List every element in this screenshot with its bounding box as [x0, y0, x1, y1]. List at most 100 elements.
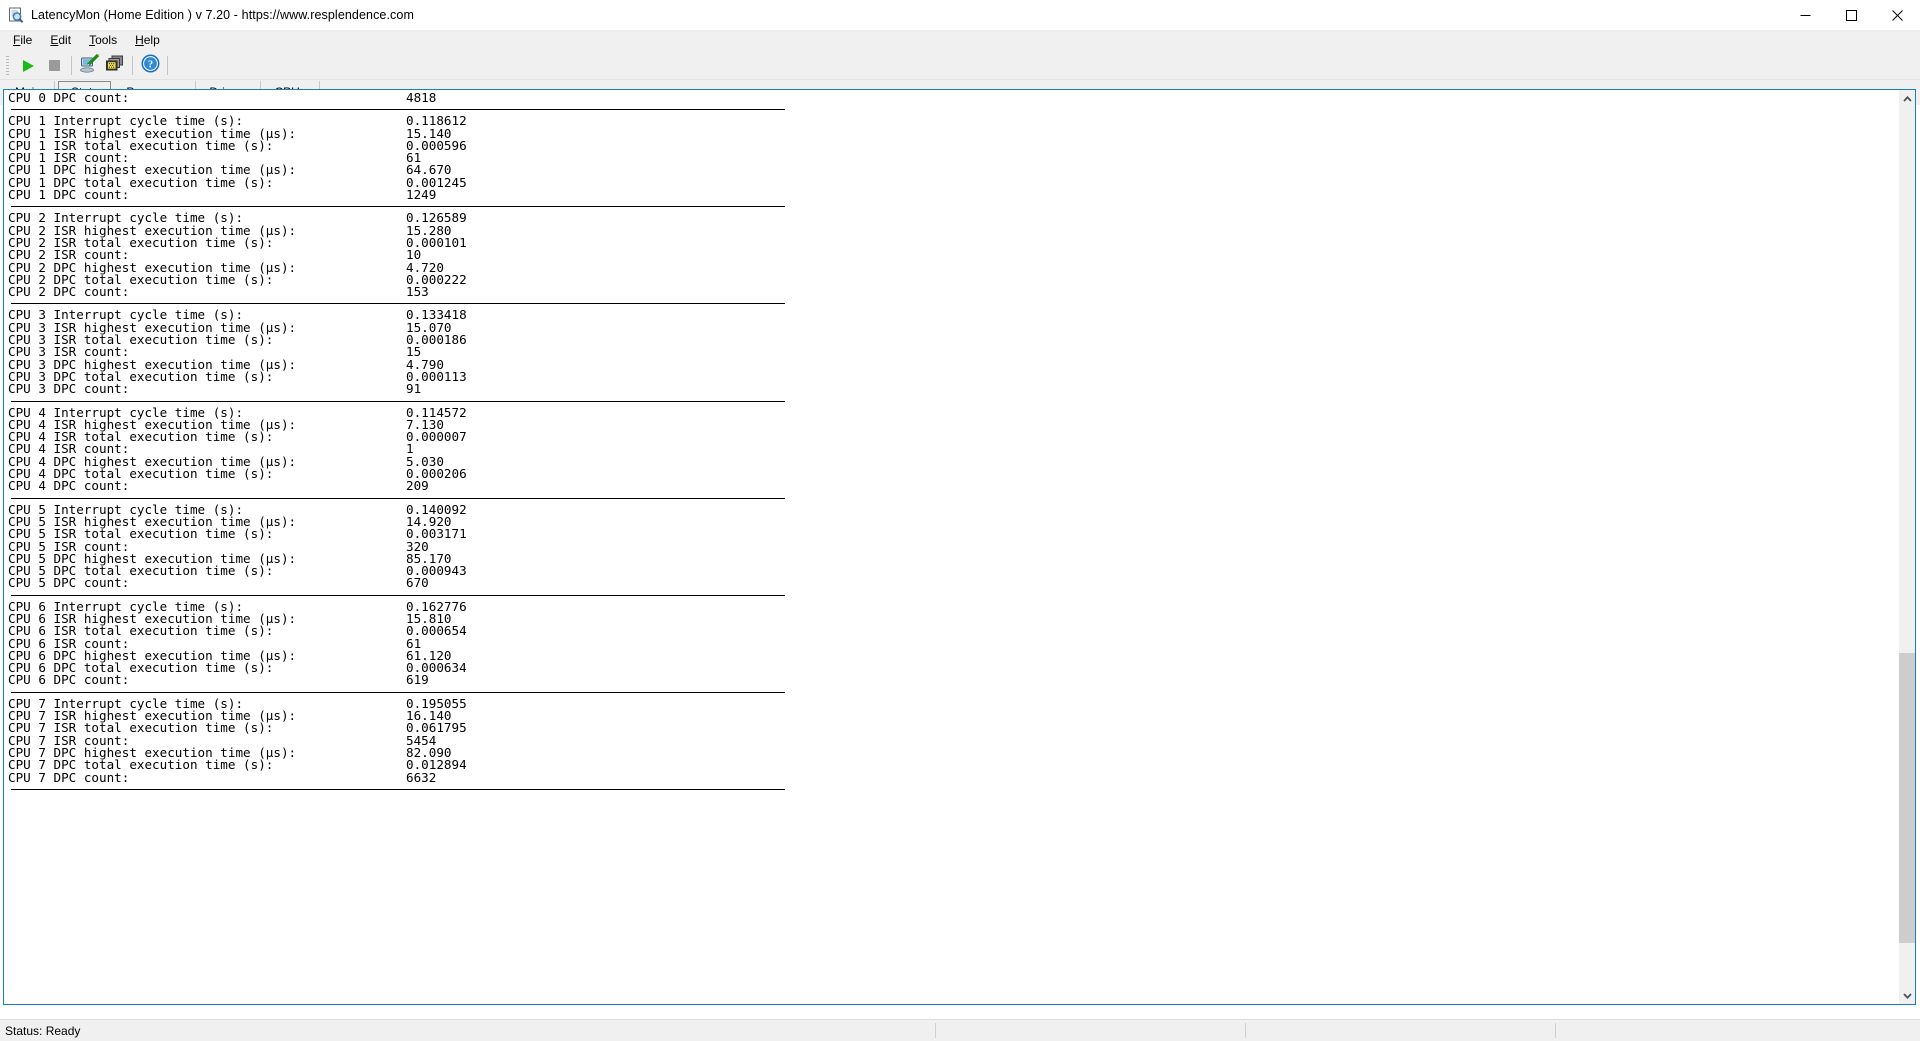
stats-row: CPU 3 ISR total execution time (s):0.000…	[8, 334, 1898, 346]
stats-row: CPU 4 DPC count:209	[8, 480, 1898, 492]
stats-group-cpu-1: CPU 1 Interrupt cycle time (s):0.118612C…	[8, 115, 1898, 201]
stats-row: CPU 7 DPC total execution time (s):0.012…	[8, 759, 1898, 771]
toolbar-separator-2	[132, 56, 133, 75]
computer-pen-report-icon	[79, 53, 100, 79]
stats-group-divider	[11, 206, 785, 207]
chevron-up-icon	[1903, 96, 1912, 102]
stats-group-divider	[11, 303, 785, 304]
stats-row: CPU 4 ISR highest execution time (µs):7.…	[8, 419, 1898, 431]
stats-group-divider	[11, 109, 785, 110]
copy-windows-icon	[105, 53, 126, 79]
stats-row-label: CPU 3 DPC count:	[8, 383, 406, 395]
stats-row-label: CPU 0 DPC count:	[8, 92, 406, 104]
stats-row: CPU 5 ISR total execution time (s):0.003…	[8, 528, 1898, 540]
stats-row: CPU 5 DPC total execution time (s):0.000…	[8, 565, 1898, 577]
stats-row: CPU 7 ISR highest execution time (µs):16…	[8, 710, 1898, 722]
copy-button[interactable]	[102, 54, 128, 77]
stats-group-divider	[11, 401, 785, 402]
stats-row-label: CPU 2 DPC count:	[8, 286, 406, 298]
stats-row: CPU 1 DPC highest execution time (µs):64…	[8, 164, 1898, 176]
status-separator-2	[1245, 1023, 1246, 1038]
stats-row: CPU 2 ISR total execution time (s):0.000…	[8, 237, 1898, 249]
stats-row: CPU 3 DPC count:91	[8, 383, 1898, 395]
stats-panel: CPU 0 DPC count:4818 CPU 1 Interrupt cycl…	[3, 89, 1916, 1005]
stats-row: CPU 1 DPC total execution time (s):0.001…	[8, 177, 1898, 189]
stats-group-cpu-2: CPU 2 Interrupt cycle time (s):0.126589C…	[8, 212, 1898, 298]
chevron-down-icon	[1903, 993, 1912, 999]
report-button[interactable]	[76, 54, 102, 77]
stats-row: CPU 6 ISR highest execution time (µs):15…	[8, 613, 1898, 625]
svg-text:?: ?	[147, 59, 152, 70]
stats-text-body: CPU 0 DPC count:4818 CPU 1 Interrupt cycl…	[4, 92, 1898, 790]
status-bar: Status: Ready	[0, 1019, 1920, 1041]
stats-row-value: 4818	[406, 92, 436, 104]
stats-group-divider	[11, 789, 785, 790]
stats-group-divider	[11, 692, 785, 693]
menu-item-help[interactable]: Help	[126, 31, 169, 50]
maximize-button[interactable]	[1828, 0, 1874, 30]
stats-group-divider	[11, 498, 785, 499]
menu-bar: File Edit Tools Help	[0, 30, 1920, 52]
stats-row-value: 209	[406, 480, 429, 492]
minimize-button[interactable]	[1782, 0, 1828, 30]
stats-group-cpu-0-partial: CPU 0 DPC count:4818	[8, 92, 1898, 104]
stats-scroll-content: CPU 0 DPC count:4818 CPU 1 Interrupt cycl…	[4, 90, 1898, 1004]
stats-row: CPU 7 DPC highest execution time (µs):82…	[8, 747, 1898, 759]
stats-row: CPU 7 DPC count:6632	[8, 772, 1898, 784]
stats-row: CPU 6 ISR total execution time (s):0.000…	[8, 625, 1898, 637]
stats-row: CPU 5 ISR highest execution time (µs):14…	[8, 516, 1898, 528]
scroll-up-button[interactable]	[1899, 90, 1915, 107]
menu-item-tools-rest: ools	[95, 33, 117, 47]
window-controls	[1782, 0, 1920, 30]
stats-row-value: 619	[406, 674, 429, 686]
menu-item-file[interactable]: File	[4, 31, 41, 50]
status-text: Status: Ready	[0, 1024, 80, 1038]
stats-group-cpu-4: CPU 4 Interrupt cycle time (s):0.114572C…	[8, 407, 1898, 493]
stats-group-cpu-3: CPU 3 Interrupt cycle time (s):0.133418C…	[8, 309, 1898, 395]
scrollbar-thumb[interactable]	[1899, 653, 1916, 943]
menu-item-edit-rest: dit	[58, 33, 71, 47]
status-separator-3	[1555, 1023, 1556, 1038]
stats-row: CPU 3 DPC highest execution time (µs):4.…	[8, 359, 1898, 371]
stats-row-value: 153	[406, 286, 429, 298]
stats-row: CPU 4 DPC highest execution time (µs):5.…	[8, 456, 1898, 468]
menu-item-tools[interactable]: Tools	[80, 31, 126, 50]
stop-monitoring-button[interactable]	[41, 54, 67, 77]
stats-row: CPU 4 DPC total execution time (s):0.000…	[8, 468, 1898, 480]
window-title: LatencyMon (Home Edition ) v 7.20 - http…	[31, 8, 414, 22]
stats-row-label: CPU 1 DPC count:	[8, 189, 406, 201]
status-separator-1	[935, 1023, 936, 1038]
blue-question-help-icon: ?	[141, 54, 160, 78]
stats-row: CPU 2 DPC highest execution time (µs):4.…	[8, 262, 1898, 274]
stats-row: CPU 6 DPC highest execution time (µs):61…	[8, 650, 1898, 662]
start-monitoring-button[interactable]	[15, 54, 41, 77]
stats-row: CPU 2 DPC total execution time (s):0.000…	[8, 274, 1898, 286]
help-button[interactable]: ?	[137, 54, 163, 77]
stats-group-cpu-6: CPU 6 Interrupt cycle time (s):0.162776C…	[8, 601, 1898, 687]
stats-row: CPU 6 DPC total execution time (s):0.000…	[8, 662, 1898, 674]
stats-row: CPU 1 ISR highest execution time (µs):15…	[8, 128, 1898, 140]
title-bar: LatencyMon (Home Edition ) v 7.20 - http…	[0, 0, 1920, 30]
vertical-scrollbar[interactable]	[1898, 90, 1915, 1004]
stats-row-value: 0.000007	[406, 431, 467, 443]
stats-row: CPU 5 DPC highest execution time (µs):85…	[8, 553, 1898, 565]
toolbar-grip[interactable]	[6, 56, 9, 75]
stats-row-value: 1249	[406, 189, 436, 201]
menu-item-help-rest: elp	[144, 33, 160, 47]
app-icon	[8, 7, 24, 23]
stats-row: CPU 4 ISR total execution time (s):0.000…	[8, 431, 1898, 443]
stats-row: CPU 7 ISR total execution time (s):0.061…	[8, 722, 1898, 734]
stats-group-cpu-7: CPU 7 Interrupt cycle time (s):0.195055C…	[8, 698, 1898, 784]
stats-row: CPU 5 DPC count:670	[8, 577, 1898, 589]
stats-row-value: 670	[406, 577, 429, 589]
close-button[interactable]	[1874, 0, 1920, 30]
gray-stop-square-icon	[49, 60, 60, 71]
toolbar-separator-1	[71, 56, 72, 75]
menu-item-edit[interactable]: Edit	[41, 31, 80, 50]
toolbar-separator-3	[167, 56, 168, 75]
toolbar: ?	[0, 52, 1920, 80]
menu-item-file-rest: ile	[20, 33, 32, 47]
stats-row-value: 91	[406, 383, 421, 395]
stats-group-divider	[11, 595, 785, 596]
scroll-down-button[interactable]	[1899, 987, 1915, 1004]
